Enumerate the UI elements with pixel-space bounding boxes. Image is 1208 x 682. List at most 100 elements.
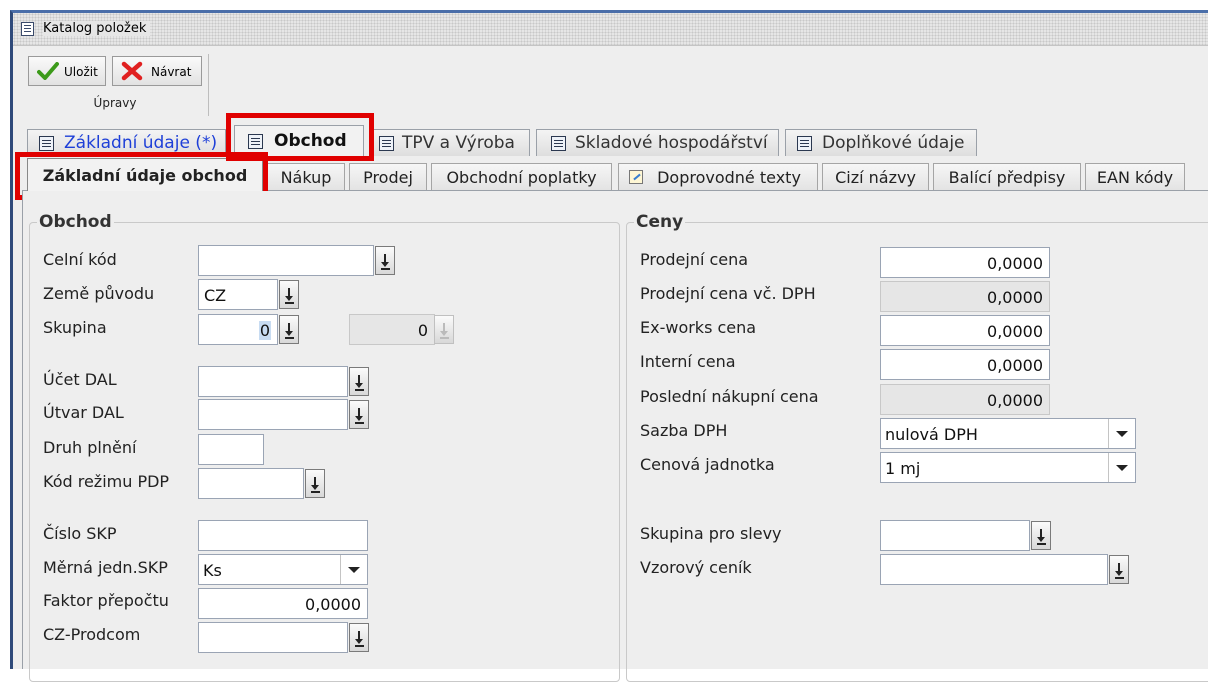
interni-cena-input[interactable]: 0,0000	[880, 349, 1050, 380]
exworks-cena-label: Ex-works cena	[640, 318, 757, 337]
skupina-pro-slevy-input[interactable]	[880, 520, 1030, 551]
posledni-nakupni-cena-label: Poslední nákupní cena	[640, 387, 819, 406]
document-icon	[379, 136, 394, 151]
subtab-prodej[interactable]: Prodej	[349, 163, 427, 190]
prodejni-cena-value: 0,0000	[987, 254, 1043, 273]
tab-label: TPV a Výroba	[402, 133, 515, 153]
skupina-picker-button[interactable]	[279, 315, 299, 344]
back-button[interactable]: Návrat	[112, 56, 202, 86]
cenova-jednotka-label: Cenová jadnotka	[640, 455, 775, 474]
merna-jedn-skp-label: Měrná jedn.SKP	[43, 558, 168, 577]
posledni-nakupni-cena-input: 0,0000	[880, 384, 1050, 415]
skupina-secondary-picker-button	[434, 315, 454, 344]
subtab-doprovodne-texty[interactable]: Doprovodné texty	[618, 163, 818, 190]
druh-plneni-input[interactable]	[198, 434, 264, 465]
exworks-cena-value: 0,0000	[987, 322, 1043, 341]
subtab-cizi-nazvy[interactable]: Cizí názvy	[822, 163, 929, 190]
utvar-dal-picker-button[interactable]	[349, 400, 369, 429]
subtab-label: Prodej	[363, 168, 413, 187]
ucet-dal-input[interactable]	[198, 366, 348, 397]
zeme-puvodu-input[interactable]: CZ	[198, 279, 278, 310]
celni-kod-picker-button[interactable]	[375, 246, 395, 275]
document-icon	[551, 136, 566, 151]
save-button[interactable]: Uložit	[28, 56, 106, 86]
utvar-dal-input[interactable]	[198, 399, 348, 430]
toolbar-group-label: Úpravy	[93, 96, 137, 110]
posledni-nakupni-cena-value: 0,0000	[987, 391, 1043, 410]
prodejni-cena-dph-input: 0,0000	[880, 281, 1050, 312]
merna-jedn-skp-value: Ks	[203, 561, 222, 580]
merna-jedn-skp-select[interactable]: Ks	[198, 554, 368, 585]
ucet-dal-label: Účet DAL	[43, 370, 117, 389]
kod-rezimu-pdp-picker-button[interactable]	[305, 469, 325, 498]
prodejni-cena-dph-value: 0,0000	[987, 288, 1043, 307]
cz-prodcom-picker-button[interactable]	[349, 623, 369, 652]
close-icon	[121, 61, 143, 81]
vzorovy-cenik-label: Vzorový ceník	[640, 558, 752, 577]
window-title: Katalog položek	[43, 21, 151, 36]
interni-cena-label: Interní cena	[640, 352, 736, 371]
vzorovy-cenik-input[interactable]	[880, 554, 1108, 585]
prodejni-cena-label: Prodejní cena	[640, 250, 749, 269]
subtab-nakup[interactable]: Nákup	[267, 163, 345, 190]
faktor-prepoctu-input[interactable]: 0,0000	[198, 588, 368, 619]
subtab-label: EAN kódy	[1096, 168, 1174, 187]
prodejni-cena-dph-label: Prodejní cena vč. DPH	[640, 284, 816, 303]
chevron-down-icon[interactable]	[1108, 453, 1135, 482]
skupina-input[interactable]: 0	[198, 314, 278, 345]
prodejni-cena-input[interactable]: 0,0000	[880, 247, 1050, 278]
sazba-dph-label: Sazba DPH	[640, 421, 728, 440]
kod-rezimu-pdp-input[interactable]	[198, 468, 304, 499]
cenova-jednotka-value: 1 mj	[885, 459, 921, 478]
obchod-legend: Obchod	[37, 212, 114, 232]
tab-skladove-hospodarstvi[interactable]: Skladové hospodářství	[536, 129, 779, 156]
skupina-value: 0	[258, 321, 271, 340]
subtab-balici-predpisy[interactable]: Balící předpisy	[933, 163, 1081, 190]
tab-label: Skladové hospodářství	[575, 133, 768, 153]
tab-label: Základní údaje (*)	[64, 133, 218, 153]
cislo-skp-label: Číslo SKP	[43, 524, 117, 543]
tab-label: Doplňkové údaje	[822, 133, 965, 153]
faktor-prepoctu-value: 0,0000	[305, 595, 361, 614]
subtab-label: Obchodní poplatky	[446, 168, 597, 187]
cz-prodcom-input[interactable]	[198, 622, 348, 653]
skupina-label: Skupina	[43, 318, 107, 337]
druh-plneni-label: Druh plnění	[43, 438, 137, 457]
title-bar: Katalog položek	[13, 13, 1208, 46]
kod-rezimu-pdp-label: Kód režimu PDP	[43, 472, 170, 491]
skupina-secondary-input: 0	[349, 314, 435, 345]
sazba-dph-select[interactable]: nulová DPH	[880, 418, 1136, 449]
window-icon	[21, 22, 34, 36]
exworks-cena-input[interactable]: 0,0000	[880, 315, 1050, 346]
cenova-jednotka-select[interactable]: 1 mj	[880, 452, 1136, 483]
chevron-down-icon[interactable]	[340, 555, 367, 584]
zeme-puvodu-picker-button[interactable]	[279, 280, 299, 309]
chevron-down-icon[interactable]	[1108, 419, 1135, 448]
utvar-dal-label: Útvar DAL	[43, 403, 124, 422]
back-button-label: Návrat	[151, 65, 192, 79]
subtab-label: Nákup	[280, 168, 332, 187]
ucet-dal-picker-button[interactable]	[349, 367, 369, 396]
subtab-label: Doprovodné texty	[657, 168, 801, 187]
vzorovy-cenik-picker-button[interactable]	[1109, 555, 1129, 584]
checkmark-icon	[37, 62, 59, 80]
celni-kod-input[interactable]	[198, 245, 374, 276]
tab-tpv-vyroba[interactable]: TPV a Výroba	[370, 129, 530, 156]
subtab-label: Cizí názvy	[835, 168, 916, 187]
document-icon	[797, 136, 812, 151]
skupina-pro-slevy-picker-button[interactable]	[1031, 521, 1051, 550]
skupina-pro-slevy-label: Skupina pro slevy	[640, 524, 782, 543]
celni-kod-label: Celní kód	[43, 250, 117, 269]
toolbar: Uložit Návrat Úpravy	[22, 50, 209, 116]
document-icon	[39, 136, 54, 151]
cislo-skp-input[interactable]	[198, 520, 368, 551]
zeme-puvodu-value: CZ	[204, 286, 227, 305]
tab-doplnkove-udaje[interactable]: Doplňkové údaje	[785, 129, 977, 156]
sazba-dph-value: nulová DPH	[885, 425, 978, 444]
form-panel: Obchod Celní kód Země původu CZ Skupina …	[22, 191, 1208, 682]
skupina-secondary-value: 0	[417, 321, 428, 340]
subtab-ean-kody[interactable]: EAN kódy	[1085, 163, 1185, 190]
subtab-obchodni-poplatky[interactable]: Obchodní poplatky	[431, 163, 612, 190]
subtab-label: Balící předpisy	[948, 168, 1066, 187]
interni-cena-value: 0,0000	[987, 356, 1043, 375]
